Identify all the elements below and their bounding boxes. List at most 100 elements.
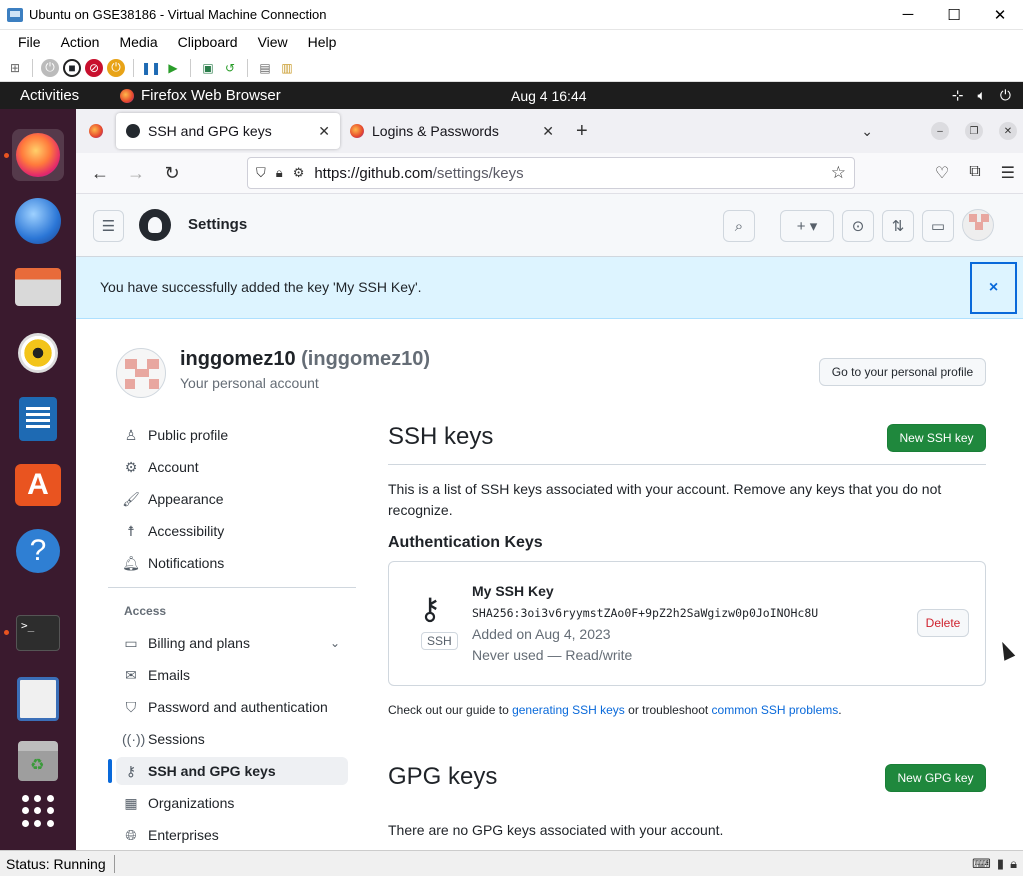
reload-button[interactable]: ↻ <box>154 157 190 189</box>
pause-icon[interactable]: ❚❚ <box>141 59 161 77</box>
user-handle: (inggomez10) <box>301 348 431 370</box>
checkpoint-icon[interactable]: ▣ <box>199 59 217 77</box>
vm-menubar: File Action Media Clipboard View Help <box>0 30 1023 54</box>
sidebar-item-organizations[interactable]: ▦ Organizations <box>116 789 348 817</box>
dock-files[interactable] <box>12 261 64 313</box>
dock-thunderbird[interactable] <box>12 195 64 247</box>
window-minimize-icon[interactable]: – <box>931 122 949 140</box>
minimize-button[interactable]: ─ <box>885 0 931 30</box>
user-avatar[interactable] <box>962 209 994 241</box>
hamburger-menu-icon[interactable]: ☰ <box>1001 163 1015 183</box>
github-logo-icon[interactable] <box>139 209 171 241</box>
pull-requests-button[interactable]: ⇅ <box>882 210 914 242</box>
revert-icon[interactable]: ↺ <box>221 59 239 77</box>
sidebar-item-enterprises[interactable]: 🌐︎ Enterprises <box>116 821 348 849</box>
tab-ssh-gpg-keys[interactable]: SSH and GPG keys ✕ <box>116 113 340 149</box>
start-icon[interactable]: ⏻ <box>41 58 59 77</box>
common-ssh-problems-link[interactable]: common SSH problems <box>712 703 839 717</box>
shutdown-icon[interactable]: ⊘ <box>85 58 103 77</box>
dock-software[interactable]: A <box>12 459 64 511</box>
list-all-tabs-button[interactable]: ⌄ <box>861 123 873 140</box>
sidebar-item-public-profile[interactable]: ♙ Public profile <box>116 421 348 449</box>
tracking-shield-icon[interactable]: ⛉ <box>256 165 266 181</box>
sidebar-item-appearance[interactable]: 🖌︎ Appearance <box>116 485 348 513</box>
new-ssh-key-button[interactable]: New SSH key <box>887 424 986 452</box>
window-restore-icon[interactable]: ❐ <box>965 122 983 140</box>
app-menu[interactable]: Firefox Web Browser <box>108 87 281 104</box>
dock-help[interactable]: ? <box>12 525 64 577</box>
turn-off-icon[interactable]: ■ <box>63 58 81 77</box>
power-icon: ⏻ <box>999 87 1011 103</box>
plus-icon: + ▾ <box>796 218 818 235</box>
inbox-button[interactable]: ▭ <box>922 210 954 242</box>
tab-label: Logins & Passwords <box>372 123 499 139</box>
sidebar-item-emails[interactable]: ✉ Emails <box>116 661 348 689</box>
ctrl-alt-del-icon[interactable]: ⊞ <box>6 59 24 77</box>
bookmark-star-icon[interactable]: ☆ <box>831 163 846 183</box>
power-icon[interactable]: ⏻ <box>107 58 125 77</box>
tab-close-icon[interactable]: ✕ <box>542 123 554 140</box>
flash-message: You have successfully added the key 'My … <box>100 279 422 295</box>
sidebar-divider <box>108 587 356 588</box>
flash-close-button[interactable]: × <box>970 262 1017 314</box>
menu-view[interactable]: View <box>248 34 298 50</box>
ubuntu-dock: A ? >_ <box>0 109 76 850</box>
open-global-nav-button[interactable]: ☰ <box>93 210 124 242</box>
maximize-button[interactable]: ☐ <box>931 0 977 30</box>
firefox-nav-bar: ← → ↻ ⛉ 🔒︎ ⚙ https://github.com/settings… <box>76 153 1023 194</box>
forward-button[interactable]: → <box>118 157 154 189</box>
search-button[interactable]: ⌕ <box>723 210 755 242</box>
sidebar-item-sessions[interactable]: ((·)) Sessions <box>116 725 348 753</box>
menu-file[interactable]: File <box>8 34 51 50</box>
sidebar-item-accessibility[interactable]: ☨ Accessibility <box>116 517 348 545</box>
firefox-view-button[interactable] <box>76 109 116 153</box>
running-indicator <box>4 153 9 158</box>
dock-writer[interactable] <box>12 393 64 445</box>
sidebar-item-label: Emails <box>148 667 191 683</box>
share-icon[interactable]: ▥ <box>278 59 296 77</box>
pocket-icon[interactable]: ♡ <box>935 163 949 183</box>
tab-logins-passwords[interactable]: Logins & Passwords ✕ <box>340 113 564 149</box>
new-gpg-key-button[interactable]: New GPG key <box>885 764 986 792</box>
sidebar-item-account[interactable]: ⚙ Account <box>116 453 348 481</box>
menu-help[interactable]: Help <box>298 34 347 50</box>
firefox-icon <box>120 88 134 103</box>
dock-terminal[interactable]: >_ <box>12 607 64 659</box>
dock-text-editor[interactable] <box>12 673 64 725</box>
clock[interactable]: Aug 4 16:44 <box>511 88 587 104</box>
back-button[interactable]: ← <box>82 157 118 189</box>
enhanced-session-icon[interactable]: ▤ <box>256 59 274 77</box>
menu-media[interactable]: Media <box>109 34 167 50</box>
ssh-description: This is a list of SSH keys associated wi… <box>388 481 942 518</box>
delete-key-button[interactable]: Delete <box>917 609 969 637</box>
dock-rhythmbox[interactable] <box>12 327 64 379</box>
sidebar-item-ssh-gpg-keys[interactable]: ⚷ SSH and GPG keys <box>116 757 348 785</box>
dock-trash[interactable] <box>12 735 64 787</box>
dock-firefox[interactable] <box>12 129 64 181</box>
generating-ssh-keys-link[interactable]: generating SSH keys <box>512 703 625 717</box>
sidebar-item-password-auth[interactable]: ⛉ Password and authentication <box>116 693 348 721</box>
window-close-icon[interactable]: ✕ <box>999 122 1017 140</box>
issues-button[interactable]: ⊙ <box>842 210 874 242</box>
go-to-profile-button[interactable]: Go to your personal profile <box>819 358 986 386</box>
resume-icon[interactable]: ▶ <box>164 59 182 77</box>
page-context-title[interactable]: Settings <box>188 216 247 233</box>
url-bar[interactable]: ⛉ 🔒︎ ⚙ https://github.com/settings/keys … <box>247 157 855 189</box>
lock-icon[interactable]: 🔒︎ <box>276 165 283 181</box>
menu-action[interactable]: Action <box>51 34 110 50</box>
user-login[interactable]: inggomez10 <box>180 348 296 370</box>
sidebar-item-billing[interactable]: ▭ Billing and plans ⌄ <box>116 629 348 657</box>
dock-show-apps[interactable] <box>12 785 64 837</box>
extensions-icon[interactable]: ⧉ <box>969 163 980 183</box>
github-header: ☰ Settings ⌕ + ▾ ⊙ ⇅ ▭ <box>76 194 1023 257</box>
new-tab-button[interactable]: + <box>576 120 588 143</box>
menu-clipboard[interactable]: Clipboard <box>168 34 248 50</box>
system-menu[interactable]: ⊹ 🔈︎ ⏻ <box>952 87 1011 104</box>
create-new-button[interactable]: + ▾ <box>780 210 834 242</box>
thunderbird-icon <box>15 198 61 244</box>
permissions-icon[interactable]: ⚙ <box>293 165 305 181</box>
sidebar-item-notifications[interactable]: 🔔︎ Notifications <box>116 549 348 577</box>
tab-close-icon[interactable]: ✕ <box>318 123 330 140</box>
close-button[interactable]: ✕ <box>977 0 1023 30</box>
activities-button[interactable]: Activities <box>0 87 108 104</box>
